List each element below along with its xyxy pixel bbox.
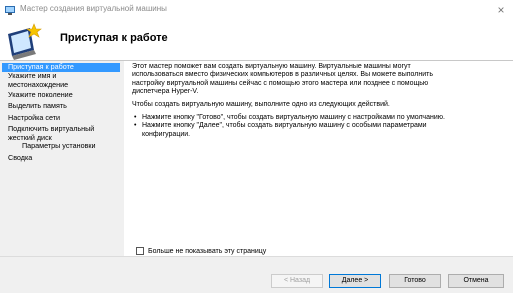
button-bar: < Назад Далее > Готово Отмена — [0, 256, 513, 293]
title-bar: Мастер создания виртуальной машины × — [0, 0, 513, 21]
sidebar-item-install-options[interactable]: Параметры установки — [2, 141, 120, 151]
list-item-line: конфигурации. — [142, 130, 191, 138]
wizard-steps-sidebar: Приступая к работе Укажите имя и местона… — [0, 61, 124, 256]
dont-show-again-checkbox[interactable] — [136, 247, 144, 255]
dont-show-again-label[interactable]: Больше не показывать эту страницу — [148, 248, 266, 255]
intro-line: использоваться вместо физических компьют… — [132, 71, 433, 79]
list-item-text: Нажмите кнопку "Далее", чтобы создать ви… — [142, 122, 427, 139]
intro-line: настройку виртуальной машины сейчас с по… — [132, 79, 429, 87]
sidebar-item-summary[interactable]: Сводка — [2, 153, 120, 163]
cancel-button[interactable]: Отмена — [448, 274, 504, 288]
options-list: • Нажмите кнопку "Готово", чтобы создать… — [134, 114, 506, 139]
back-button[interactable]: < Назад — [271, 274, 323, 288]
bullet-glyph: • — [134, 114, 137, 121]
page-title: Приступая к работе — [60, 32, 168, 44]
wizard-content: Этот мастер поможет вам создать виртуаль… — [124, 61, 513, 256]
virtual-machine-wizard-icon — [8, 23, 42, 60]
intro-paragraph: Этот мастер поможет вам создать виртуаль… — [132, 63, 504, 97]
list-item-line: Нажмите кнопку "Далее", чтобы создать ви… — [142, 122, 427, 130]
wizard-header: Приступая к работе — [0, 20, 513, 61]
intro-line: Этот мастер поможет вам создать виртуаль… — [132, 63, 411, 70]
finish-button[interactable]: Готово — [389, 274, 441, 288]
sidebar-item-generation[interactable]: Укажите поколение — [2, 90, 120, 100]
sidebar-item-networking[interactable]: Настройка сети — [2, 113, 120, 123]
dont-show-again-row: Больше не показывать эту страницу — [136, 246, 266, 256]
sidebar-item-name-location-cont[interactable]: местонахождение — [2, 80, 120, 90]
next-button[interactable]: Далее > — [329, 274, 381, 288]
close-button[interactable]: × — [493, 2, 509, 18]
instruction-paragraph: Чтобы создать виртуальную машину, выполн… — [132, 101, 390, 108]
hyper-v-app-icon — [5, 6, 15, 15]
wizard-window: Мастер создания виртуальной машины × При… — [0, 0, 513, 293]
intro-line: диспетчера Hyper-V. — [132, 88, 199, 96]
window-title: Мастер создания виртуальной машины — [20, 4, 167, 13]
sidebar-item-memory[interactable]: Выделить память — [2, 101, 120, 111]
list-item: • Нажмите кнопку "Далее", чтобы создать … — [134, 122, 506, 139]
bullet-glyph: • — [134, 122, 137, 130]
